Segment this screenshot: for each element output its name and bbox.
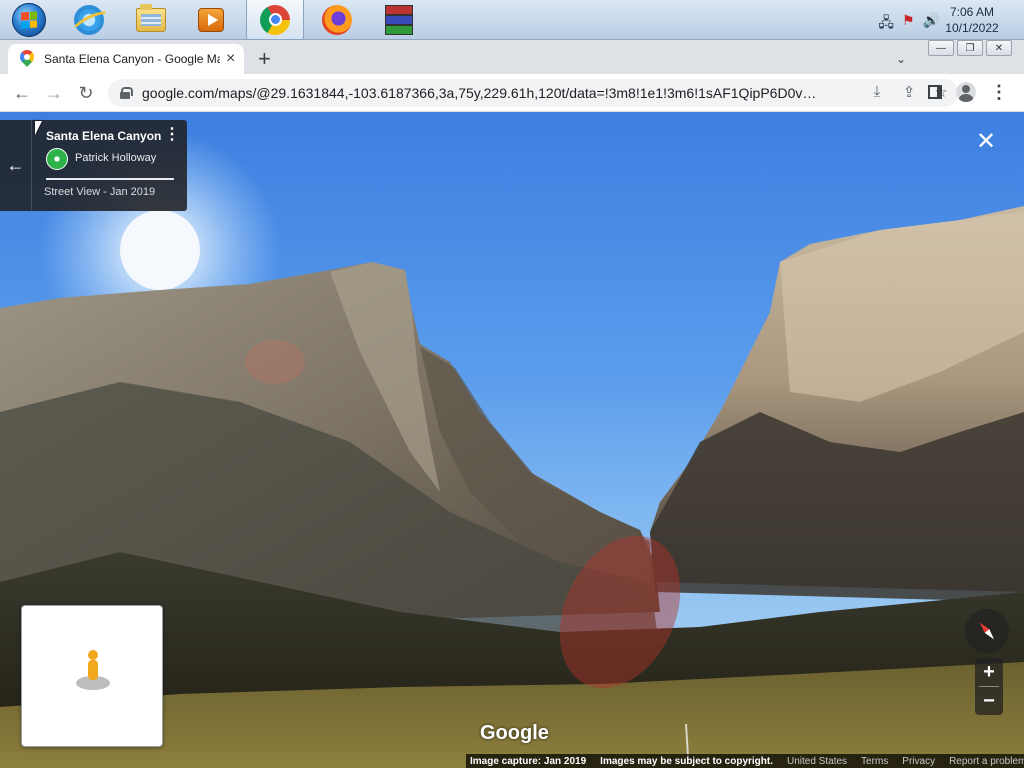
volume-icon[interactable]: 🔊: [923, 12, 940, 36]
clock-date: 10/1/2022: [945, 21, 999, 35]
url-text[interactable]: google.com/maps/@29.1631844,-103.6187366…: [142, 85, 822, 101]
window-controls: — ❐ ✕: [928, 40, 1015, 56]
contributor-name[interactable]: Patrick Holloway: [75, 152, 156, 164]
region-link[interactable]: United States: [787, 756, 847, 767]
share-icon[interactable]: ⇪: [900, 83, 918, 101]
back-to-map-button[interactable]: ←: [0, 120, 32, 211]
taskbar-winrar[interactable]: [370, 0, 428, 40]
taskbar-firefox[interactable]: [308, 0, 366, 40]
forward-arrow-icon[interactable]: →: [42, 81, 66, 105]
address-bar[interactable]: google.com/maps/@29.1631844,-103.6187366…: [108, 79, 958, 107]
taskbar-chrome[interactable]: [246, 0, 304, 40]
reload-icon[interactable]: ↻: [74, 81, 98, 105]
privacy-link[interactable]: Privacy: [902, 756, 935, 767]
close-window-button[interactable]: ✕: [986, 40, 1012, 56]
capture-date-label[interactable]: Street View - Jan 2019: [44, 186, 155, 198]
install-app-icon[interactable]: ⤓: [868, 83, 886, 101]
report-problem-link[interactable]: Report a problem: [949, 756, 1024, 767]
copyright-text: Images may be subject to copyright.: [600, 755, 773, 767]
winrar-icon: [385, 5, 413, 35]
browser-tab-strip: Santa Elena Canyon - Google Maps × + ⌄ —…: [0, 40, 1024, 74]
compass-needle-icon: [972, 616, 1003, 647]
tab-close-button[interactable]: ×: [226, 50, 235, 68]
restore-button[interactable]: ❐: [957, 40, 983, 56]
windows-taskbar: 🖧 ⚑ 🔊 7:06 AM 10/1/2022: [0, 0, 1024, 40]
clock-time: 7:06 AM: [949, 5, 995, 19]
taskbar-media-player[interactable]: [182, 0, 240, 40]
taskbar-file-explorer[interactable]: [122, 0, 180, 40]
zoom-controls: + −: [975, 658, 1003, 715]
tab-google-maps[interactable]: Santa Elena Canyon - Google Maps ×: [8, 44, 244, 74]
system-tray: 🖧 ⚑ 🔊: [878, 12, 940, 36]
compass-button[interactable]: [965, 609, 1009, 653]
street-view-minimap[interactable]: [21, 605, 163, 747]
close-street-view-button[interactable]: ✕: [976, 130, 996, 154]
image-capture-text: Image capture: Jan 2019: [470, 755, 587, 767]
google-logo: Google: [480, 722, 549, 744]
minimize-button[interactable]: —: [928, 40, 954, 56]
media-player-icon: [198, 8, 224, 32]
pegman-icon[interactable]: [76, 650, 110, 692]
folder-icon: [136, 4, 166, 32]
terms-link[interactable]: Terms: [861, 756, 888, 767]
start-button[interactable]: [0, 0, 58, 40]
browser-toolbar: ← → ↻ google.com/maps/@29.1631844,-103.6…: [0, 74, 1024, 112]
windows-start-icon: [12, 3, 46, 37]
contributor-avatar[interactable]: [46, 148, 68, 170]
street-view-info-card: ← Santa Elena Canyon ⋮ Patrick Holloway …: [0, 120, 187, 211]
more-options-icon[interactable]: ⋮: [164, 127, 180, 143]
zoom-out-button[interactable]: −: [975, 687, 1003, 715]
attribution-footer: Image capture: Jan 2019 Images may be su…: [466, 754, 1024, 768]
place-title[interactable]: Santa Elena Canyon: [46, 129, 161, 143]
chrome-menu-icon[interactable]: ⋮: [990, 83, 1008, 101]
mouse-cursor-icon: [35, 121, 42, 135]
timeline-divider: [46, 178, 174, 180]
tab-search-chevron-icon[interactable]: ⌄: [896, 52, 906, 66]
lock-icon[interactable]: [120, 87, 133, 99]
taskbar-clock[interactable]: 7:06 AM 10/1/2022: [942, 4, 1002, 36]
flag-alert-icon[interactable]: ⚑: [902, 12, 915, 36]
side-panel-icon[interactable]: [928, 85, 942, 99]
internet-explorer-icon: [74, 5, 104, 35]
back-arrow-icon[interactable]: ←: [10, 81, 34, 105]
taskbar-internet-explorer[interactable]: [60, 0, 118, 40]
new-tab-button[interactable]: +: [258, 48, 271, 70]
tab-title: Santa Elena Canyon - Google Maps: [44, 52, 220, 66]
firefox-icon: [322, 5, 352, 35]
zoom-in-button[interactable]: +: [975, 658, 1003, 686]
google-maps-pin-icon: [20, 50, 34, 68]
profile-avatar-icon[interactable]: [956, 82, 976, 102]
network-icon[interactable]: 🖧: [878, 12, 894, 36]
chrome-icon: [260, 4, 290, 35]
street-view-panorama[interactable]: ← Santa Elena Canyon ⋮ Patrick Holloway …: [0, 112, 1024, 768]
